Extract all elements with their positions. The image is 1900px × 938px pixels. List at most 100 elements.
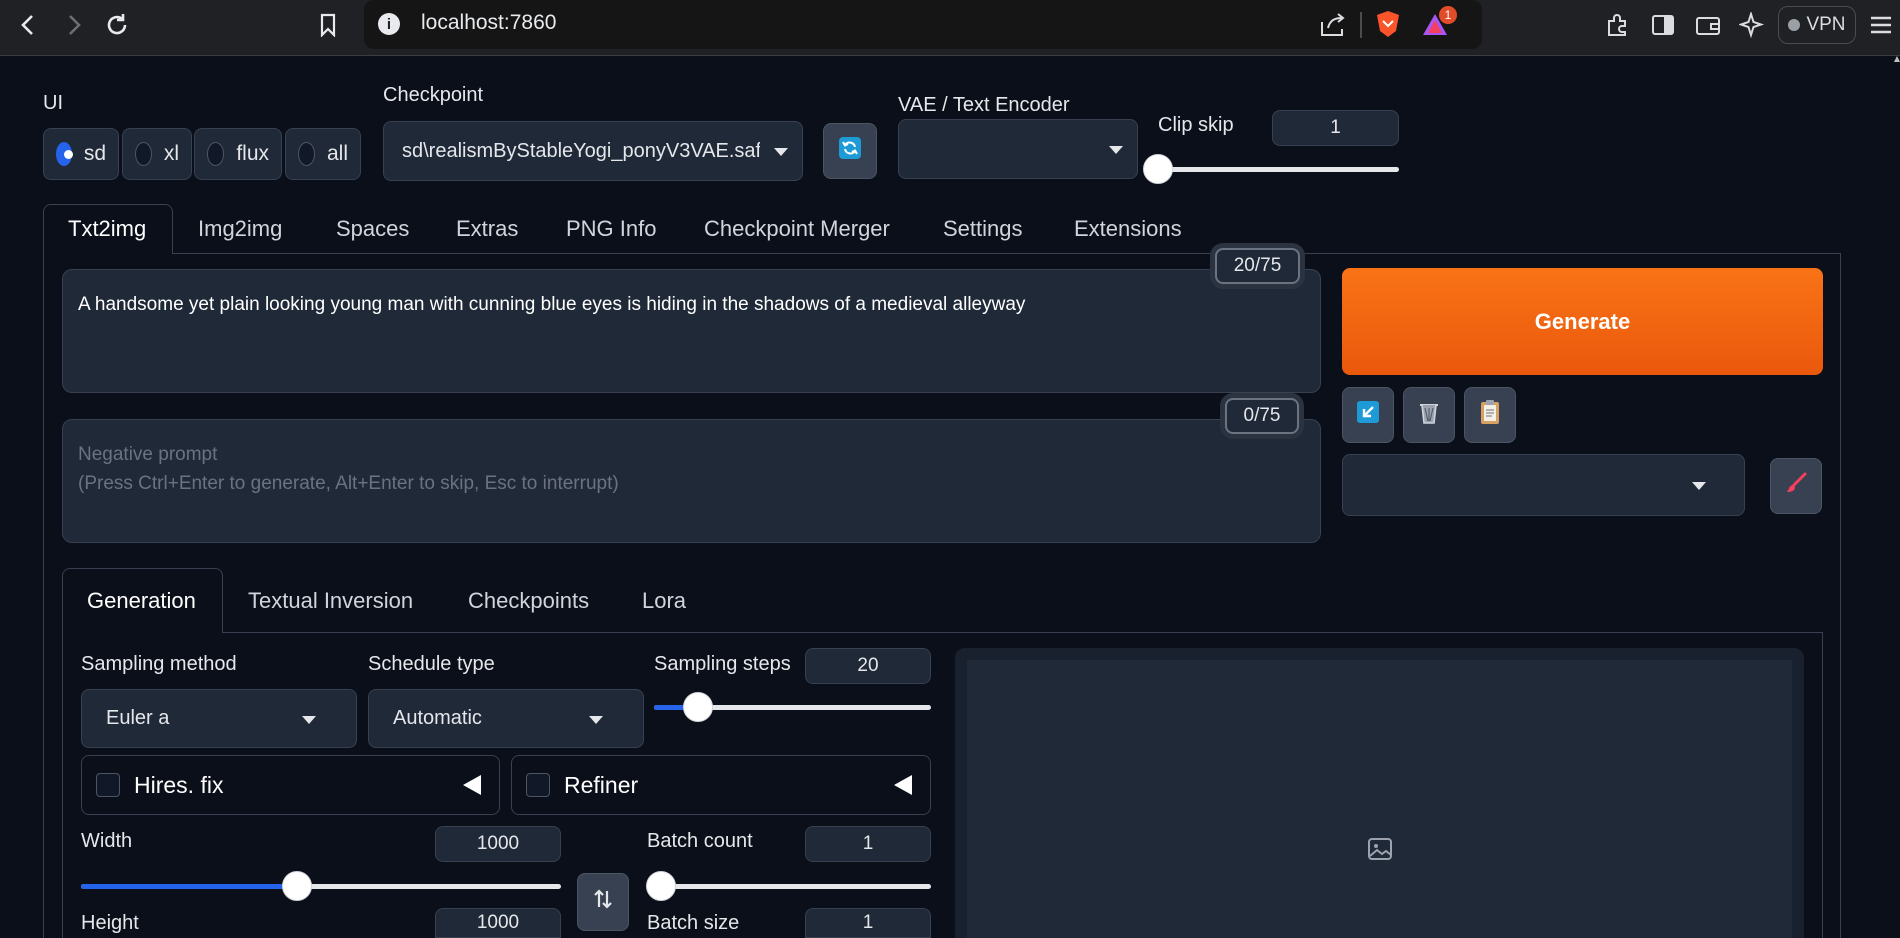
tab-textual-inversion[interactable]: Textual Inversion [248,588,413,614]
styles-dropdown[interactable] [1342,454,1745,516]
batch-size-input[interactable]: 1 [805,908,931,938]
hires-fix-label: Hires. fix [134,771,224,798]
sampling-steps-slider[interactable] [654,692,931,722]
tab-extras[interactable]: Extras [456,216,518,242]
sampling-steps-label: Sampling steps [654,653,791,675]
subtab-divider [223,632,1823,633]
tab-img2img[interactable]: Img2img [198,216,282,242]
width-slider[interactable] [81,871,561,901]
negative-prompt-placeholder-line2: (Press Ctrl+Enter to generate, Alt+Enter… [78,473,619,494]
swap-dimensions-button[interactable] [577,873,629,931]
refiner-accordion[interactable]: Refiner [511,755,931,815]
styles-clipboard-button[interactable] [1464,387,1516,443]
chevron-down-icon [1692,482,1706,490]
sampling-steps-input[interactable]: 20 [805,648,931,684]
batch-size-label: Batch size [647,912,740,934]
refiner-checkbox[interactable] [526,773,550,797]
address-bar[interactable]: i localhost:7860 1 [364,0,1482,49]
tab-checkpoint-merger[interactable]: Checkpoint Merger [704,216,890,242]
clip-skip-slider-thumb[interactable] [1143,154,1173,184]
negative-prompt-textarea[interactable]: Negative prompt (Press Ctrl+Enter to gen… [62,419,1321,543]
share-icon[interactable] [1318,10,1348,40]
sidebar-icon[interactable] [1648,10,1678,40]
hires-fix-accordion[interactable]: Hires. fix [81,755,500,815]
width-slider-fill [81,884,297,889]
divider [1360,12,1362,38]
sampling-method-dropdown[interactable]: Euler a [81,689,357,748]
extensions-icon[interactable] [1602,10,1632,40]
tab-txt2img[interactable]: Txt2img [68,216,146,242]
refresh-checkpoint-button[interactable] [823,123,877,179]
schedule-type-value: Automatic [393,707,482,729]
arrow-down-left-icon [1356,400,1380,430]
tab-lora[interactable]: Lora [642,588,686,614]
trash-icon [1417,399,1441,431]
browser-toolbar: i localhost:7860 1 VPN [0,0,1900,56]
generate-button[interactable]: Generate [1342,268,1823,375]
hires-fix-checkbox[interactable] [96,773,120,797]
bookmark-icon[interactable] [311,8,345,42]
vpn-button[interactable]: VPN [1778,6,1856,44]
clip-skip-label: Clip skip [1158,114,1234,136]
vpn-status-icon [1788,19,1801,31]
refiner-label: Refiner [564,771,639,798]
radio-all-dot[interactable] [298,142,315,166]
subpanel-border-left [62,632,63,938]
tab-spaces[interactable]: Spaces [336,216,409,242]
radio-sd-dot[interactable] [56,142,73,166]
radio-flux-dot[interactable] [207,142,225,166]
site-info-icon[interactable]: i [378,13,400,35]
batch-count-input[interactable]: 1 [805,826,931,862]
width-label: Width [81,830,133,852]
radio-xl[interactable]: xl [122,128,192,180]
clip-skip-input[interactable]: 1 [1272,110,1399,146]
radio-sd[interactable]: sd [43,128,119,180]
height-input[interactable]: 1000 [435,908,561,938]
tab-settings[interactable]: Settings [943,216,1023,242]
image-icon [1367,836,1393,862]
radio-xl-dot[interactable] [135,142,152,166]
clipboard-icon [1479,399,1501,431]
back-icon[interactable] [11,8,45,42]
leo-ai-icon[interactable] [1737,10,1767,40]
page-scrollbar[interactable] [1894,56,1900,938]
checkpoint-dropdown[interactable]: sd\realismByStableYogi_ponyV3VAE.safeten… [383,121,803,181]
radio-flux[interactable]: flux [194,128,282,180]
menu-icon[interactable] [1866,10,1896,40]
height-label: Height [81,912,139,934]
clear-prompt-button[interactable] [1403,387,1455,443]
prompt-text[interactable]: A handsome yet plain looking young man w… [78,294,1025,315]
tab-generation[interactable]: Generation [87,588,196,614]
forward-icon[interactable] [57,8,91,42]
radio-sd-label: sd [83,142,106,165]
reload-icon[interactable] [100,8,134,42]
wallet-icon[interactable] [1693,10,1723,40]
batch-count-slider[interactable] [646,871,931,901]
width-input[interactable]: 1000 [435,826,561,862]
prompt-textarea[interactable]: A handsome yet plain looking young man w… [62,269,1321,393]
radio-xl-label: xl [163,142,179,165]
clip-skip-slider[interactable] [1143,154,1399,184]
sampling-method-value: Euler a [106,707,170,729]
url-text[interactable]: localhost:7860 [421,11,556,35]
brave-shield-icon[interactable] [1374,9,1402,39]
schedule-type-dropdown[interactable]: Automatic [368,689,644,748]
paste-params-button[interactable] [1342,387,1394,443]
sampling-method-label: Sampling method [81,653,237,675]
radio-all[interactable]: all [285,128,361,180]
paint-brush-icon [1784,471,1808,501]
notification-badge: 1 [1439,6,1457,24]
collapse-triangle-icon[interactable] [463,775,481,795]
width-slider-thumb[interactable] [282,871,312,901]
vae-dropdown[interactable] [898,119,1138,179]
batch-count-slider-thumb[interactable] [646,871,676,901]
vpn-label: VPN [1806,14,1846,35]
tab-checkpoints[interactable]: Checkpoints [468,588,589,614]
tab-extensions[interactable]: Extensions [1074,216,1182,242]
sampling-steps-slider-thumb[interactable] [683,692,714,722]
collapse-triangle-icon[interactable] [894,775,912,795]
edit-styles-button[interactable] [1770,458,1822,514]
prompt-token-counter: 20/75 [1215,248,1300,284]
checkpoint-label: Checkpoint [383,84,484,106]
tab-png-info[interactable]: PNG Info [566,216,656,242]
